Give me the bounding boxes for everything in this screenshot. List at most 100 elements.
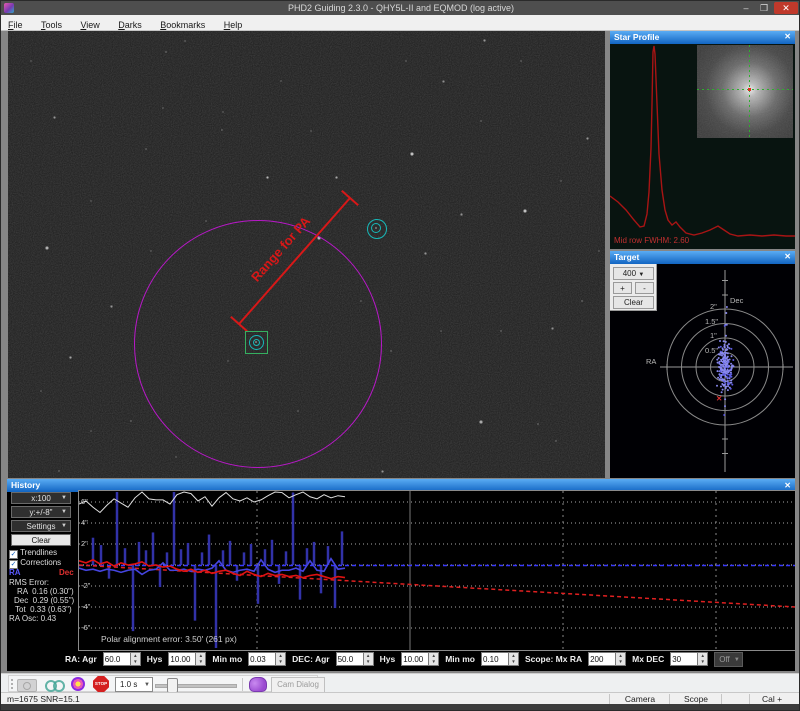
guide-scatter-dot: [726, 381, 729, 384]
menu-bar: File Tools View Darks Bookmarks Help: [1, 15, 799, 31]
guide-scatter-dot: [726, 389, 729, 392]
guide-scatter-dot: [718, 366, 720, 368]
ra-agr-label: RA: Agr: [65, 654, 97, 664]
guide-scatter-dot: [724, 371, 726, 374]
scope-mxdec-spinner[interactable]: ▲ ▼: [698, 652, 709, 666]
guide-scatter-dot: [726, 376, 729, 379]
start-guiding-icon[interactable]: [71, 677, 85, 691]
minimize-button[interactable]: –: [738, 2, 754, 14]
history-yscale-select[interactable]: y:+/-8" ▼: [11, 506, 71, 518]
exposure-select[interactable]: 1.0 s ▼: [115, 677, 153, 692]
dec-legend: Dec: [59, 568, 74, 577]
guide-scatter-dot: [723, 346, 726, 349]
dec-minmo-input[interactable]: ▲▼: [480, 652, 519, 666]
window-bottom-border: [1, 704, 799, 710]
guide-scatter-dot: [726, 380, 729, 382]
target-clear-button[interactable]: Clear: [613, 296, 654, 309]
target-controls: 400 ▼ + - Clear: [610, 264, 657, 311]
menu-bookmarks[interactable]: Bookmarks: [153, 18, 212, 30]
guide-scatter-dot: [719, 370, 722, 373]
menu-help[interactable]: Help: [217, 18, 250, 30]
scope-mxra-input[interactable]: ▲▼: [588, 652, 627, 666]
stop-icon[interactable]: STOP: [93, 676, 109, 692]
camera-connect-icon[interactable]: [17, 679, 37, 692]
ytick-m4: -4": [81, 602, 91, 611]
guide-scatter-dot: [720, 367, 722, 369]
close-button[interactable]: ✕: [774, 2, 798, 14]
guide-scatter-dot: [723, 414, 726, 416]
guide-scatter-dot: [722, 348, 724, 351]
guide-scatter-dot: [717, 376, 720, 379]
dec-agr-spinner[interactable]: ▲ ▼: [363, 652, 374, 666]
guide-scatter-dot: [730, 379, 733, 382]
guide-scatter-dot: [720, 385, 722, 388]
ra-axis-label: RA: [646, 357, 657, 366]
title-bar: PHD2 Guiding 2.3.0 - QHY5L-II and EQMOD …: [1, 1, 799, 15]
toolbar-grip[interactable]: [11, 679, 13, 690]
star-profile-panel: Star Profile ✕ Mid row FWHM: 2.60: [610, 31, 795, 249]
guide-scatter-dot: [730, 347, 733, 350]
guide-scatter-dot: [723, 359, 726, 362]
ra-agr-input[interactable]: ▲▼: [102, 652, 141, 666]
ytick-6: 6": [81, 497, 88, 506]
guide-scatter-dot: [730, 355, 733, 358]
history-clear-button[interactable]: Clear: [11, 534, 71, 546]
guide-scatter-dot: [723, 343, 726, 346]
guide-scatter-dot: [730, 367, 733, 369]
guide-scatter-dot: [727, 343, 730, 346]
dec-minmo-label: Min mo: [445, 654, 475, 664]
ring-label-1: 1": [710, 331, 717, 340]
history-close-icon[interactable]: ✕: [784, 481, 791, 490]
menu-tools[interactable]: Tools: [34, 18, 69, 30]
guide-camera-image[interactable]: Range for PA: [8, 31, 605, 478]
guide-scatter-dot: [718, 373, 721, 376]
guide-scatter-dot: [727, 385, 730, 388]
gamma-slider-thumb[interactable]: [167, 678, 178, 693]
menu-file[interactable]: File: [1, 18, 30, 30]
dec-minmo-spinner[interactable]: ▲ ▼: [508, 652, 519, 666]
target-zoom-select[interactable]: 400 ▼: [613, 267, 654, 280]
maximize-button[interactable]: ❒: [756, 2, 772, 14]
guide-scatter-dot: [732, 359, 735, 361]
guide-scatter-dot: [724, 340, 727, 343]
menu-view[interactable]: View: [73, 18, 106, 30]
rms-tot: Tot 0.33 (0.63"): [15, 605, 72, 614]
ra-hys-spinner[interactable]: ▲ ▼: [196, 652, 207, 666]
target-close-icon[interactable]: ✕: [784, 252, 791, 261]
guide-scatter-dot: [721, 354, 723, 357]
crosshair-horizontal: [697, 89, 793, 90]
ra-minmo-input[interactable]: ▲▼: [248, 652, 287, 666]
guide-scatter-dot: [728, 358, 731, 361]
guide-scatter-dot: [731, 383, 734, 386]
secondary-star-ring-inner: [371, 223, 381, 233]
ra-agr-spinner[interactable]: ▲ ▼: [130, 652, 141, 666]
star-profile-close-icon[interactable]: ✕: [784, 32, 791, 41]
scope-mxdec-input[interactable]: ▲▼: [670, 652, 709, 666]
advanced-settings-brain-icon[interactable]: [249, 677, 267, 692]
history-graph: 6" 4" 2" -2" -4" -6" Polar alignment err…: [78, 490, 796, 651]
menu-darks[interactable]: Darks: [111, 18, 149, 30]
ra-hys-input[interactable]: ▲▼: [168, 652, 207, 666]
dither-select[interactable]: Off ▼: [714, 651, 743, 667]
guide-scatter-dot: [730, 369, 732, 372]
dec-hys-input[interactable]: ▲▼: [401, 652, 440, 666]
dec-agr-input[interactable]: ▲▼: [335, 652, 374, 666]
guide-scatter-dot: [730, 362, 733, 365]
guide-scatter-dot: [725, 312, 728, 314]
guide-scatter-dot: [719, 353, 722, 356]
dec-hys-spinner[interactable]: ▲ ▼: [429, 652, 440, 666]
target-zoom-out-button[interactable]: -: [635, 282, 654, 294]
target-zoom-in-button[interactable]: +: [613, 282, 632, 294]
guide-scatter-dot: [721, 388, 724, 391]
guide-scatter-dot: [722, 373, 725, 376]
guide-scatter-dot: [722, 378, 725, 381]
scope-mxra-spinner[interactable]: ▲ ▼: [616, 652, 627, 666]
selected-guide-star-box[interactable]: [245, 331, 268, 354]
guide-scatter-dot: [717, 357, 720, 359]
history-settings-select[interactable]: Settings ▼: [11, 520, 71, 532]
history-xscale-select[interactable]: x:100 ▼: [11, 492, 71, 504]
cam-dialog-button[interactable]: Cam Dialog: [271, 677, 325, 693]
ra-minmo-spinner[interactable]: ▲ ▼: [276, 652, 287, 666]
guide-scatter-dot: [725, 323, 728, 326]
ring-label-2: 2": [710, 302, 717, 311]
